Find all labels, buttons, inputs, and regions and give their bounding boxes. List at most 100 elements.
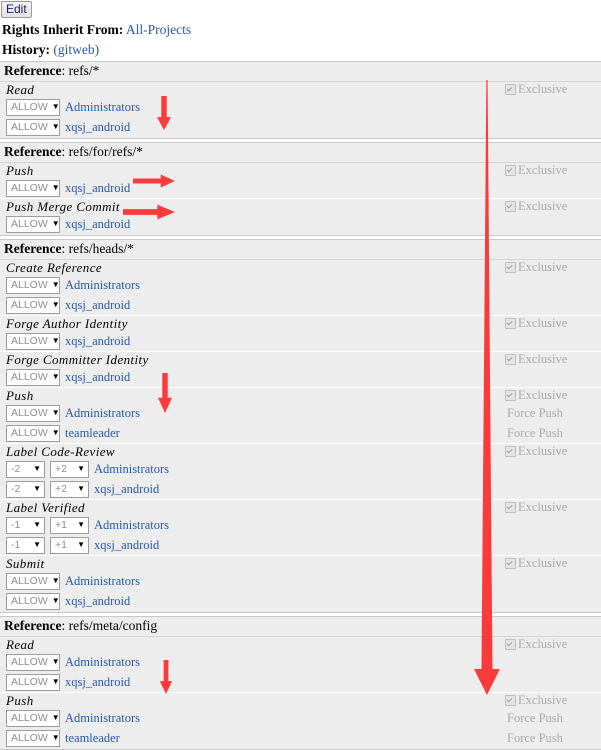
exclusive-label: Exclusive [518,163,568,177]
checkbox-checked-icon[interactable] [505,318,516,329]
history-label: History: [2,42,50,57]
exclusive-label: Exclusive [518,556,568,570]
rule-controls: ALLOW ▼ xqsj_android [6,332,130,350]
permission-action-select[interactable]: ALLOW ▼ [6,673,60,691]
select-value: ALLOW [11,182,48,194]
exclusive-checkbox-row[interactable]: Exclusive [505,316,599,331]
group-link[interactable]: Administrators [65,655,140,670]
exclusive-checkbox-row[interactable]: Exclusive [505,693,599,708]
group-link[interactable]: xqsj_android [65,120,130,135]
rule-controls: -2 ▼ +2 ▼ xqsj_android [6,480,159,498]
force-push-checkbox-row[interactable]: Force Push [505,406,599,421]
permission-range-select[interactable]: -1 ▼ [6,516,45,534]
permission-action-select[interactable]: ALLOW ▼ [6,368,60,386]
checkbox-checked-icon[interactable] [505,165,516,176]
reference-keyword: Reference [4,618,62,633]
permission-range-select[interactable]: -1 ▼ [6,536,45,554]
permission-name: Push [6,388,34,403]
exclusive-checkbox-row[interactable]: Exclusive [505,260,599,275]
exclusive-checkbox-row[interactable]: Exclusive [505,556,599,571]
checkbox-checked-icon[interactable] [505,201,516,212]
force-push-checkbox-row[interactable]: Force Push [505,426,599,441]
group-link[interactable]: teamleader [65,731,120,746]
group-link[interactable]: xqsj_android [65,298,130,313]
reference-name: refs/* [68,63,100,78]
force-push-checkbox-row[interactable]: Force Push [505,711,599,726]
permission-action-select[interactable]: ALLOW ▼ [6,332,60,350]
select-value: ALLOW [11,371,48,383]
group-link[interactable]: Administrators [94,462,169,477]
permission-group: Create Reference Exclusive ALLOW ▼ Administr… [0,260,601,316]
permission-range-select[interactable]: +1 ▼ [50,536,89,554]
permission-range-select[interactable]: +1 ▼ [50,516,89,534]
permission-action-select[interactable]: ALLOW ▼ [6,729,60,747]
exclusive-label: Exclusive [518,352,568,366]
permission-rule-row: ALLOW ▼ xqsj_android [0,117,601,137]
exclusive-checkbox-row[interactable]: Exclusive [505,637,599,652]
group-link[interactable]: Administrators [65,711,140,726]
permission-action-select[interactable]: ALLOW ▼ [6,98,60,116]
permission-action-select[interactable]: ALLOW ▼ [6,215,60,233]
rule-controls: ALLOW ▼ xqsj_android [6,592,130,610]
select-value: ALLOW [11,595,48,607]
exclusive-checkbox-row[interactable]: Exclusive [505,199,599,214]
rule-controls: ALLOW ▼ teamleader [6,729,120,747]
chevron-down-icon: ▼ [33,520,41,529]
exclusive-checkbox-row[interactable]: Exclusive [505,163,599,178]
permission-action-select[interactable]: ALLOW ▼ [6,179,60,197]
chevron-down-icon: ▼ [77,464,85,473]
permission-action-select[interactable]: ALLOW ▼ [6,592,60,610]
checkbox-checked-icon[interactable] [505,446,516,457]
exclusive-checkbox-row[interactable]: Exclusive [505,444,599,459]
group-link[interactable]: xqsj_android [65,334,130,349]
group-link[interactable]: xqsj_android [94,482,159,497]
permission-title-row: Forge Author Identity Exclusive [0,316,601,331]
permission-rule-row: ALLOW ▼ teamleader Force Push [0,728,601,748]
group-link[interactable]: Administrators [65,100,140,115]
group-link[interactable]: Administrators [65,406,140,421]
checkbox-checked-icon[interactable] [505,639,516,650]
group-link[interactable]: Administrators [65,574,140,589]
edit-button[interactable]: Edit [1,1,32,18]
permission-range-select[interactable]: +2 ▼ [50,460,89,478]
group-link[interactable]: xqsj_android [65,675,130,690]
checkbox-checked-icon[interactable] [505,558,516,569]
permission-name: Forge Author Identity [6,316,128,331]
permission-action-select[interactable]: ALLOW ▼ [6,709,60,727]
checkbox-checked-icon[interactable] [505,354,516,365]
exclusive-checkbox-row[interactable]: Exclusive [505,500,599,515]
group-link[interactable]: xqsj_android [65,181,130,196]
exclusive-checkbox-row[interactable]: Exclusive [505,82,599,97]
all-projects-link[interactable]: All-Projects [126,22,191,37]
exclusive-checkbox-row[interactable]: Exclusive [505,388,599,403]
exclusive-checkbox-row[interactable]: Exclusive [505,352,599,367]
checkbox-checked-icon[interactable] [505,84,516,95]
permission-range-select[interactable]: -2 ▼ [6,460,45,478]
gitweb-link[interactable]: (gitweb) [53,42,99,57]
group-link[interactable]: teamleader [65,426,120,441]
group-link[interactable]: xqsj_android [65,594,130,609]
permission-action-select[interactable]: ALLOW ▼ [6,572,60,590]
permission-action-select[interactable]: ALLOW ▼ [6,296,60,314]
permission-action-select[interactable]: ALLOW ▼ [6,276,60,294]
force-push-checkbox-row[interactable]: Force Push [505,731,599,746]
permission-action-select[interactable]: ALLOW ▼ [6,404,60,422]
group-link[interactable]: xqsj_android [65,370,130,385]
group-link[interactable]: Administrators [65,278,140,293]
checkbox-checked-icon[interactable] [505,390,516,401]
permission-action-select[interactable]: ALLOW ▼ [6,118,60,136]
permission-action-select[interactable]: ALLOW ▼ [6,653,60,671]
permission-rule-row: -2 ▼ +2 ▼ Administrators [0,459,601,479]
permission-range-select[interactable]: +2 ▼ [50,480,89,498]
group-link[interactable]: xqsj_android [65,217,130,232]
checkbox-checked-icon[interactable] [505,262,516,273]
group-link[interactable]: xqsj_android [94,538,159,553]
permission-range-select[interactable]: -2 ▼ [6,480,45,498]
reference-name: refs/for/refs/* [68,144,143,159]
checkbox-checked-icon[interactable] [505,502,516,513]
exclusive-label: Exclusive [518,82,568,96]
group-link[interactable]: Administrators [94,518,169,533]
rule-controls: ALLOW ▼ teamleader [6,424,120,442]
rule-controls: ALLOW ▼ xqsj_android [6,215,130,233]
permission-action-select[interactable]: ALLOW ▼ [6,424,60,442]
